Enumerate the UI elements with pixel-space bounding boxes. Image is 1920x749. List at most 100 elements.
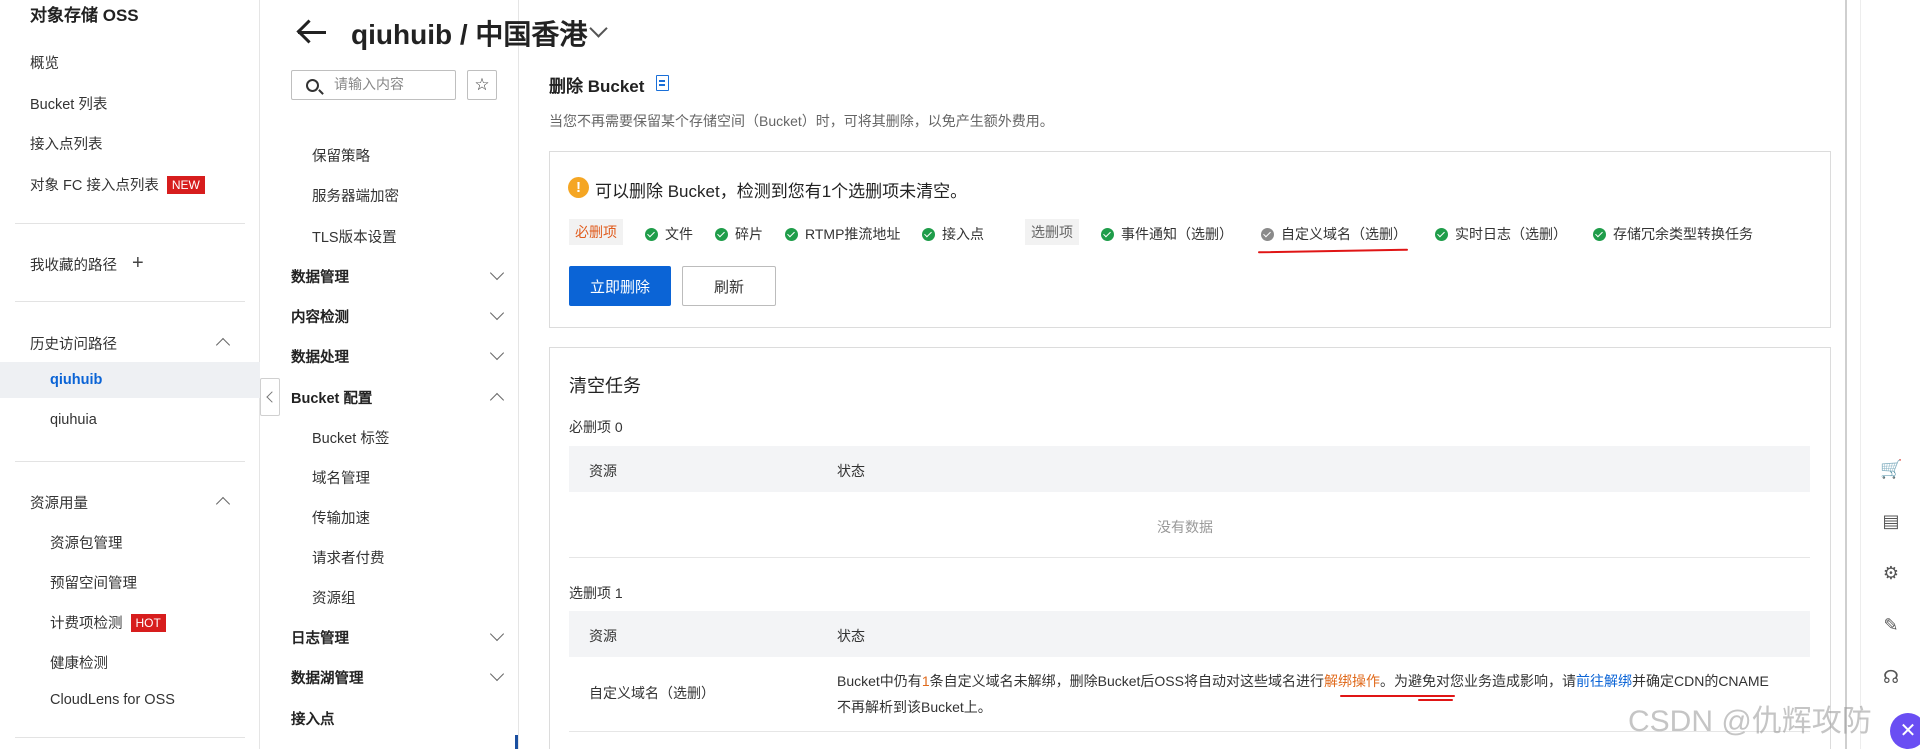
optional-item-realtime-log: 实时日志（选删） [1435,224,1567,244]
ticket-icon[interactable]: ▤ [1880,510,1902,532]
required-tag: 必删项 [569,219,623,245]
subnav-group-access-point[interactable]: 接入点 [291,708,335,729]
chevron-up-icon[interactable] [215,496,231,512]
red-underline-annotation [1340,695,1455,697]
page-title: qiuhuib / 中国香港 [351,19,588,50]
watermark: CSDN @仇辉攻防 [1628,705,1872,738]
back-arrow-icon[interactable] [296,17,328,47]
main-sidebar: 对象存储 OSS 概览 Bucket 列表 接入点列表 对象 FC 接入点列表 N… [0,0,260,749]
sidebar-item-bucket-list[interactable]: Bucket 列表 [30,93,107,114]
sidebar-item-health-check[interactable]: 健康检测 [50,652,108,673]
search-icon [306,79,319,92]
sidebar-item-resource-package[interactable]: 资源包管理 [50,532,123,553]
main-scrollbar[interactable] [1845,0,1847,749]
search-placeholder: 请输入内容 [334,76,404,92]
warning-message: 可以删除 Bucket，检测到您有1个选删项未清空。 [595,182,968,201]
check-icon [922,228,935,241]
col-resource: 资源 [589,628,617,644]
sidebar-item-favorites[interactable]: 我收藏的路径 [30,254,117,275]
star-icon[interactable]: ☆ [467,70,497,100]
sidebar-title: 对象存储 OSS [30,6,139,25]
hot-badge: HOT [130,614,166,632]
table-divider [569,557,1810,558]
divider [15,461,245,462]
right-toolbar [1860,0,1920,749]
go-unbind-link[interactable]: 前往解绑 [1576,673,1632,689]
table-divider [569,731,1810,732]
warning-icon: ! [568,177,589,198]
required-item-files: 文件 [645,224,693,244]
subnav-item-resource-group[interactable]: 资源组 [312,587,356,608]
divider [15,301,245,302]
check-icon [715,228,728,241]
subnav-group-log-management[interactable]: 日志管理 [291,627,349,648]
table-row-resource: 自定义域名（选删） [589,685,715,701]
optional-item-event-notification: 事件通知（选删） [1101,224,1233,244]
sidebar-item-label: 对象 FC 接入点列表 [30,178,159,194]
subnav-group-data-lake[interactable]: 数据湖管理 [291,667,364,688]
sidebar-item-overview[interactable]: 概览 [30,52,59,73]
sidebar-group-resource-usage[interactable]: 资源用量 [30,492,88,513]
check-icon [1435,228,1448,241]
subnav-item-domain-management[interactable]: 域名管理 [312,467,370,488]
gear-icon[interactable]: ⚙ [1880,562,1902,584]
unbind-operation-link[interactable]: 解绑操作 [1324,673,1380,689]
history-item-qiuhuia[interactable]: qiuhuia [50,412,97,428]
subnav-item-retention[interactable]: 保留策略 [312,145,370,166]
col-status: 状态 [837,463,865,479]
refresh-button[interactable]: 刷新 [682,266,776,306]
subnav-item-encryption[interactable]: 服务器端加密 [312,185,399,206]
divider [15,737,245,738]
required-item-fragments: 碎片 [715,224,763,244]
subnav-scroll-indicator [515,735,518,749]
subnav-group-data-processing[interactable]: 数据处理 [291,346,349,367]
sidebar-item-label: 计费项检测 [50,616,123,632]
subnav-item-bucket-tags[interactable]: Bucket 标签 [312,427,389,448]
optional-count-label: 选删项 1 [569,585,623,601]
pending-icon [1261,228,1274,241]
sidebar-item-reserved-space[interactable]: 预留空间管理 [50,572,137,593]
optional-tag: 选删项 [1025,219,1079,245]
edit-icon[interactable]: ✎ [1880,614,1902,636]
check-icon [1101,228,1114,241]
subnav-group-bucket-config[interactable]: Bucket 配置 [291,387,372,408]
subnav-search-input[interactable]: 请输入内容 [291,70,456,100]
subnav-group-data-management[interactable]: 数据管理 [291,266,349,287]
chevron-down-icon[interactable] [589,19,608,38]
cart-icon[interactable]: 🛒 [1880,458,1902,480]
sidebar-group-history[interactable]: 历史访问路径 [30,333,117,354]
sidebar-item-fc-access-points[interactable]: 对象 FC 接入点列表 NEW [30,174,205,195]
history-item-qiuhuib[interactable]: qiuhuib [50,372,102,388]
clear-tasks-title: 清空任务 [569,376,641,396]
table-header [569,611,1810,657]
subnav-item-transfer-acceleration[interactable]: 传输加速 [312,507,370,528]
required-item-access-point: 接入点 [922,224,984,244]
oss-console: 对象存储 OSS 概览 Bucket 列表 接入点列表 对象 FC 接入点列表 N… [0,0,1920,749]
delete-now-button[interactable]: 立即删除 [569,266,671,306]
doc-icon[interactable] [656,75,669,91]
subnav-group-content-detection[interactable]: 内容检测 [291,306,349,327]
optional-item-custom-domain: 自定义域名（选删） [1261,224,1407,244]
col-resource: 资源 [589,463,617,479]
section-title: 删除 Bucket [549,77,645,96]
check-icon [1593,228,1606,241]
assistant-icon[interactable]: ✕ [1890,713,1920,749]
section-description: 当您不再需要保留某个存储空间（Bucket）时，可将其删除，以免产生额外费用。 [549,113,1054,129]
sidebar-item-cloudlens[interactable]: CloudLens for OSS [50,692,175,708]
new-badge: NEW [166,176,205,194]
subnav-item-tls[interactable]: TLS版本设置 [312,226,397,247]
required-item-rtmp: RTMP推流地址 [785,224,900,244]
chevron-up-icon[interactable] [215,337,231,353]
divider [15,223,245,224]
table-header [569,446,1810,492]
check-icon [785,228,798,241]
collapse-sidebar-button[interactable] [260,378,280,416]
subnav-item-requester-pays[interactable]: 请求者付费 [312,547,385,568]
required-count-label: 必删项 0 [569,419,623,435]
check-icon [645,228,658,241]
sidebar-item-access-points[interactable]: 接入点列表 [30,133,103,154]
add-favorite-icon[interactable]: + [132,253,144,273]
sidebar-item-billing-check[interactable]: 计费项检测 HOT [50,612,166,633]
red-underline-annotation [1418,699,1453,701]
headset-icon[interactable]: ☊ [1880,666,1902,688]
